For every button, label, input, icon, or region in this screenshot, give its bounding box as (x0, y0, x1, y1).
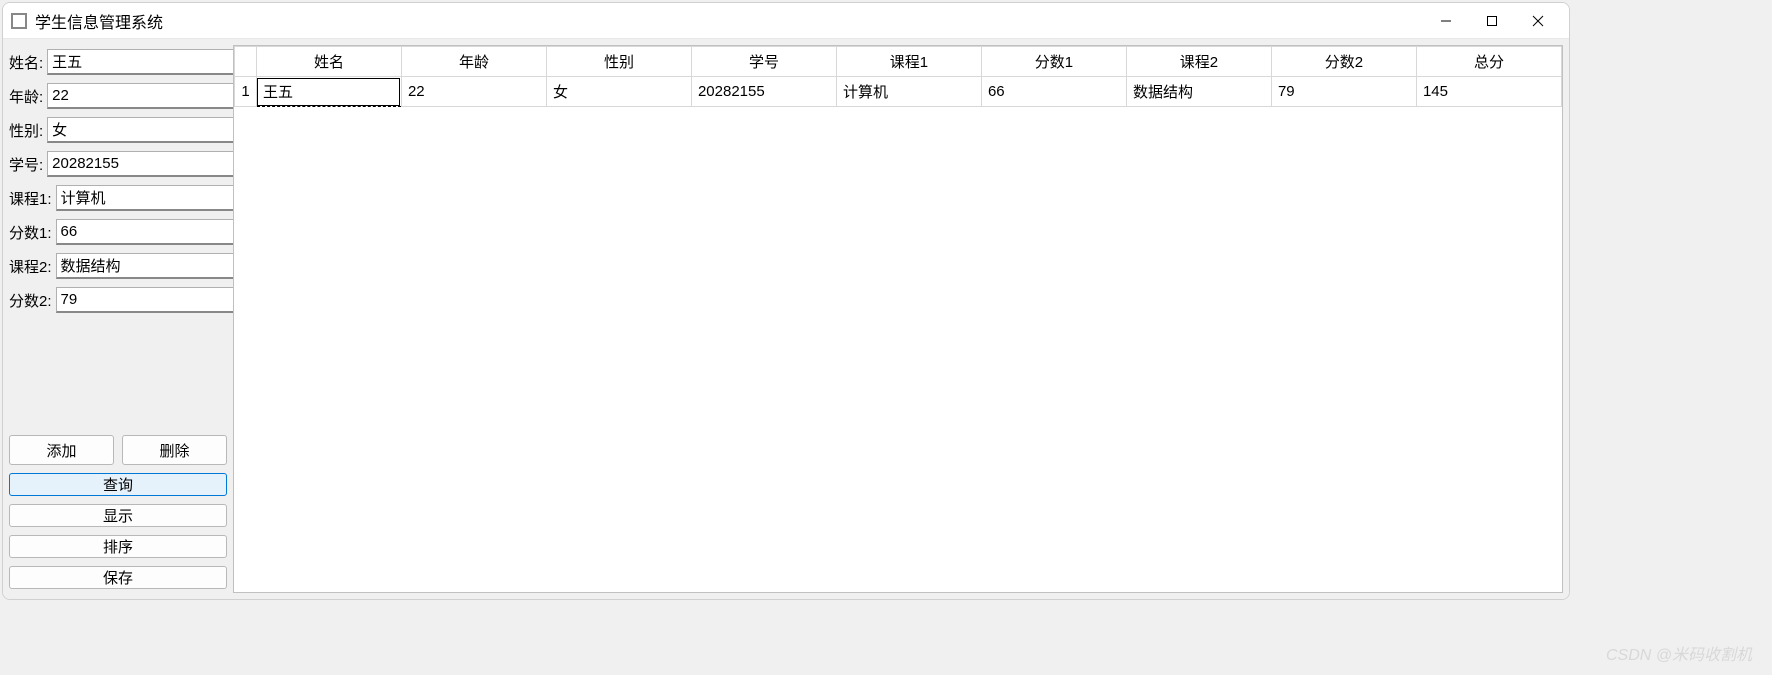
table-row[interactable]: 1 王五 22 女 20282155 计算机 66 数据结构 79 145 (235, 77, 1562, 107)
app-window: 学生信息管理系统 姓名: 年龄: 性别: (2, 2, 1570, 600)
input-age[interactable] (47, 83, 256, 109)
input-student-id[interactable] (47, 151, 256, 177)
header-age[interactable]: 年龄 (401, 47, 546, 77)
maximize-icon (1486, 15, 1498, 27)
display-button[interactable]: 显示 (9, 504, 227, 527)
close-icon (1532, 15, 1544, 27)
header-course1[interactable]: 课程1 (836, 47, 981, 77)
cell-score2[interactable]: 79 (1271, 77, 1416, 107)
header-total[interactable]: 总分 (1416, 47, 1561, 77)
cell-score1[interactable]: 66 (981, 77, 1126, 107)
form-row-age: 年龄: (9, 83, 227, 109)
form-row-name: 姓名: (9, 49, 227, 75)
label-student-id: 学号: (9, 154, 43, 175)
header-name[interactable]: 姓名 (256, 47, 401, 77)
input-gender[interactable] (47, 117, 256, 143)
cell-gender[interactable]: 女 (546, 77, 691, 107)
cell-course2[interactable]: 数据结构 (1126, 77, 1271, 107)
cell-age[interactable]: 22 (401, 77, 546, 107)
sidebar: 姓名: 年龄: 性别: 学号: 课程1: (9, 45, 227, 593)
form-row-course1: 课程1: (9, 185, 227, 211)
cell-total[interactable]: 145 (1416, 77, 1561, 107)
query-button[interactable]: 查询 (9, 473, 227, 496)
form-row-score1: 分数1: (9, 219, 227, 245)
student-table[interactable]: 姓名 年龄 性别 学号 课程1 分数1 课程2 分数2 总分 1 王五 (234, 46, 1562, 107)
button-area: 添加 删除 查询 显示 排序 保存 (9, 435, 227, 593)
cell-name[interactable]: 王五 (256, 77, 401, 107)
form-row-course2: 课程2: (9, 253, 227, 279)
sort-button[interactable]: 排序 (9, 535, 227, 558)
content-area: 姓名: 年龄: 性别: 学号: 课程1: (3, 39, 1569, 599)
button-row-1: 添加 删除 (9, 435, 227, 465)
label-score2: 分数2: (9, 290, 52, 311)
add-button[interactable]: 添加 (9, 435, 114, 465)
label-score1: 分数1: (9, 222, 52, 243)
label-course2: 课程2: (9, 256, 52, 277)
cell-student-id[interactable]: 20282155 (691, 77, 836, 107)
table-area: 姓名 年龄 性别 学号 课程1 分数1 课程2 分数2 总分 1 王五 (233, 45, 1563, 593)
header-course2[interactable]: 课程2 (1126, 47, 1271, 77)
input-name[interactable] (47, 49, 256, 75)
cell-course1[interactable]: 计算机 (836, 77, 981, 107)
close-button[interactable] (1515, 5, 1561, 37)
label-gender: 性别: (9, 120, 43, 141)
label-age: 年龄: (9, 86, 43, 107)
minimize-icon (1440, 15, 1452, 27)
header-score2[interactable]: 分数2 (1271, 47, 1416, 77)
delete-button[interactable]: 删除 (122, 435, 227, 465)
row-index[interactable]: 1 (235, 77, 257, 107)
form-row-score2: 分数2: (9, 287, 227, 313)
label-course1: 课程1: (9, 188, 52, 209)
corner-header (235, 47, 257, 77)
form-row-gender: 性别: (9, 117, 227, 143)
header-score1[interactable]: 分数1 (981, 47, 1126, 77)
titlebar: 学生信息管理系统 (3, 3, 1569, 39)
header-student-id[interactable]: 学号 (691, 47, 836, 77)
save-button[interactable]: 保存 (9, 566, 227, 589)
table-header-row: 姓名 年龄 性别 学号 课程1 分数1 课程2 分数2 总分 (235, 47, 1562, 77)
form-row-student-id: 学号: (9, 151, 227, 177)
form-area: 姓名: 年龄: 性别: 学号: 课程1: (9, 45, 227, 317)
watermark: CSDN @米码收割机 (1606, 641, 1752, 665)
app-icon (11, 13, 27, 29)
header-gender[interactable]: 性别 (546, 47, 691, 77)
label-name: 姓名: (9, 52, 43, 73)
window-title: 学生信息管理系统 (35, 9, 163, 33)
maximize-button[interactable] (1469, 5, 1515, 37)
minimize-button[interactable] (1423, 5, 1469, 37)
